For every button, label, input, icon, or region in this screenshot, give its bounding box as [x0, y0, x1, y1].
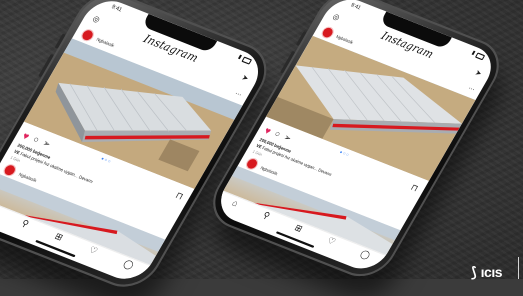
- add-icon[interactable]: ⊞: [293, 223, 304, 234]
- brand-mark-icon: ⟆: [471, 264, 477, 280]
- comment-icon[interactable]: ○: [31, 134, 41, 145]
- more-options-icon[interactable]: ⋯: [467, 84, 477, 93]
- comment-icon[interactable]: ○: [273, 129, 283, 140]
- status-time: 9:41: [349, 1, 362, 12]
- send-icon[interactable]: ➤: [240, 73, 250, 82]
- camera-icon[interactable]: ◎: [91, 15, 101, 24]
- share-icon[interactable]: ➢: [41, 138, 53, 150]
- bookmark-icon[interactable]: ⊓: [174, 190, 185, 202]
- post-time: 1 Gün: [9, 155, 22, 164]
- home-icon[interactable]: ⌂: [230, 198, 240, 209]
- search-icon[interactable]: ⚲: [261, 210, 272, 221]
- status-time: 9:41: [110, 3, 124, 14]
- camera-icon[interactable]: ◎: [331, 13, 341, 22]
- brand-logo: ⟆ ıcıs: [471, 257, 519, 280]
- search-icon[interactable]: ⚲: [20, 218, 31, 229]
- brand-text: ıcıs: [480, 264, 503, 280]
- bookmark-icon[interactable]: ⊓: [409, 182, 420, 193]
- post-time: 1 Gün: [251, 149, 263, 157]
- avatar[interactable]: [79, 26, 97, 43]
- avatar[interactable]: [319, 24, 337, 40]
- more-options-icon[interactable]: ⋯: [233, 89, 243, 98]
- profile-icon[interactable]: ◯: [122, 258, 136, 271]
- add-icon[interactable]: ⊞: [53, 231, 65, 243]
- heart-icon[interactable]: ♥: [263, 124, 274, 136]
- battery-icon: [241, 56, 253, 65]
- activity-icon[interactable]: ♡: [325, 235, 337, 247]
- activity-icon[interactable]: ♡: [87, 244, 99, 256]
- brand-divider: [518, 257, 519, 279]
- battery-icon: [475, 51, 486, 60]
- send-icon[interactable]: ➤: [474, 69, 483, 78]
- profile-icon[interactable]: ◯: [358, 248, 372, 260]
- heart-icon[interactable]: ♥: [21, 129, 32, 141]
- share-icon[interactable]: ➢: [282, 132, 293, 143]
